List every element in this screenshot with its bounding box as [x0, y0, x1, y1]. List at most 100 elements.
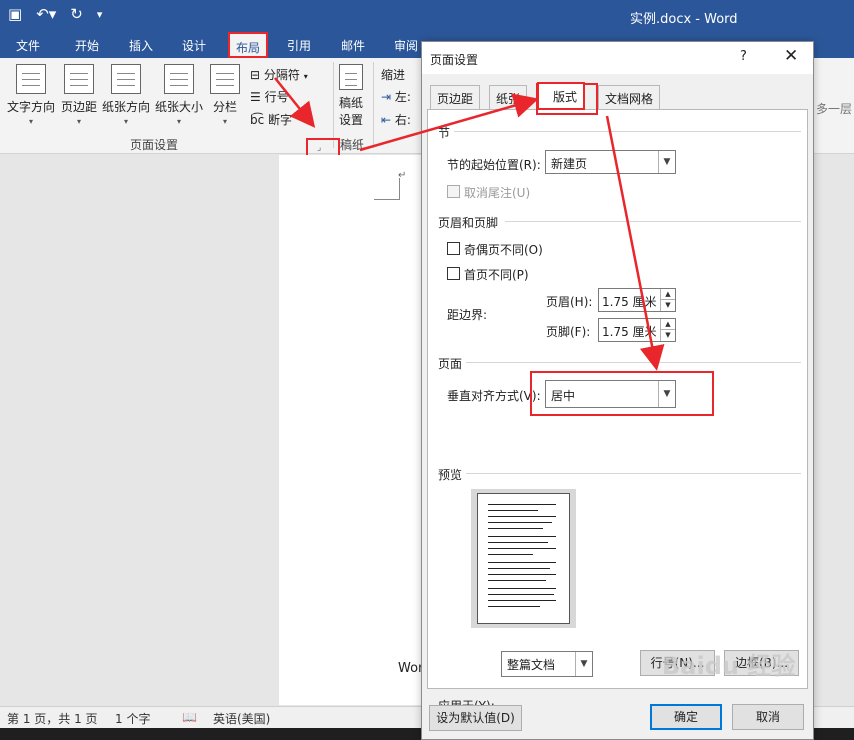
status-language[interactable]: 英语(美国): [213, 710, 270, 727]
apply-to-select[interactable]: 整篇文档 ▼: [501, 651, 593, 677]
text-direction-icon: [16, 64, 46, 94]
spin-up-icon[interactable]: ▲: [660, 319, 675, 330]
preview-line: [488, 528, 543, 529]
ribbon-separator: [373, 62, 374, 148]
headers-footers-header: 页眉和页脚: [438, 216, 499, 230]
spin-up-icon[interactable]: ▲: [660, 289, 675, 300]
status-words[interactable]: 1 个字: [115, 710, 150, 727]
preview-line: [488, 606, 540, 607]
chevron-down-icon: ▾: [303, 72, 308, 81]
footer-distance-input[interactable]: 1.75 厘米 ▲ ▼: [598, 318, 676, 342]
text-direction-label: 文字方向: [6, 100, 55, 114]
dialog-title-bar: 页面设置 ? ✕: [422, 42, 813, 74]
line-numbers-label: 行号: [264, 90, 289, 104]
window-title: 实例.docx - Word: [630, 12, 738, 27]
margin-corner-mark: [374, 178, 400, 200]
text-direction-button[interactable]: 文字方向 ▾: [6, 64, 56, 126]
first-page-checkbox[interactable]: [447, 267, 460, 280]
hyphenation-label: 断字: [268, 113, 293, 127]
size-button[interactable]: 纸张大小 ▾: [154, 64, 204, 126]
orientation-icon: [111, 64, 141, 94]
vertical-alignment-label: 垂直对齐方式(V):: [447, 389, 541, 403]
quick-access-toolbar: ▣ ↶▾ ↻ ▾: [8, 5, 102, 23]
indent-left-icon: ⇥: [381, 90, 392, 104]
tab-insert[interactable]: 插入: [129, 37, 153, 54]
dialog-tab-paper[interactable]: 纸张: [489, 85, 528, 109]
preview-line: [488, 504, 556, 505]
tab-mailings[interactable]: 邮件: [341, 37, 365, 54]
apply-to-value: 整篇文档: [507, 658, 556, 672]
columns-button[interactable]: 分栏 ▾: [210, 64, 240, 126]
paragraph-mark-icon: ↵: [398, 170, 407, 181]
section-start-label: 节的起始位置(R):: [447, 158, 541, 172]
tab-review[interactable]: 审阅: [394, 37, 418, 54]
section-header: 节: [438, 126, 451, 140]
header-distance-input[interactable]: 1.75 厘米 ▲ ▼: [598, 288, 676, 312]
indent-right-label: 右:: [394, 113, 411, 127]
tab-design[interactable]: 设计: [182, 37, 206, 54]
watermark: Baidu 经验: [662, 652, 796, 680]
preview-line: [488, 548, 556, 549]
preview-thumbnail: [471, 489, 576, 628]
spin-down-icon[interactable]: ▼: [660, 300, 675, 311]
margins-label: 页边距: [60, 100, 97, 114]
annotation-box-vertical-alignment: [530, 371, 714, 416]
chevron-down-icon: ▾: [176, 117, 181, 126]
section-start-select[interactable]: 新建页 ▼: [545, 150, 676, 174]
preview-line: [488, 580, 546, 581]
dialog-title: 页面设置: [430, 53, 479, 67]
tab-references[interactable]: 引用: [287, 37, 311, 54]
redo-icon[interactable]: ↻: [70, 5, 83, 23]
cancel-button[interactable]: 取消: [732, 704, 804, 730]
dialog-tab-document-grid[interactable]: 文档网格: [598, 85, 661, 109]
close-icon[interactable]: ✕: [784, 46, 798, 66]
ribbon-overflow-text: 多一层: [816, 102, 853, 116]
section-divider: [454, 131, 801, 132]
header-distance-label: 页眉(H):: [546, 295, 593, 309]
from-edge-label: 距边界:: [447, 308, 488, 322]
chevron-down-icon: ▾: [76, 117, 81, 126]
dialog-tab-margins[interactable]: 页边距: [430, 85, 481, 109]
ok-button[interactable]: 确定: [650, 704, 722, 730]
odd-even-checkbox[interactable]: [447, 242, 460, 255]
columns-icon: [210, 64, 240, 94]
indent-left[interactable]: ⇥ 左:: [381, 88, 411, 105]
manuscript-label-2: 设置: [338, 113, 363, 127]
undo-icon[interactable]: ↶▾: [36, 5, 56, 23]
orientation-button[interactable]: 纸张方向 ▾: [101, 64, 151, 126]
manuscript-label-1: 稿纸: [338, 96, 363, 110]
set-default-button[interactable]: 设为默认值(D): [429, 705, 522, 731]
preview-page: [477, 493, 570, 624]
footer-distance-label: 页脚(F):: [546, 325, 591, 339]
manuscript-settings-button[interactable]: 稿纸 设置: [337, 64, 365, 128]
breaks-label: 分隔符: [263, 68, 300, 82]
preview-line: [488, 574, 556, 575]
preview-header: 预览: [438, 468, 463, 482]
preview-line: [488, 516, 556, 517]
tab-file[interactable]: 文件: [16, 37, 40, 54]
margins-button[interactable]: 页边距 ▾: [59, 64, 99, 126]
breaks-button[interactable]: ⊟ 分隔符 ▾: [250, 66, 308, 83]
proofing-icon[interactable]: 📖: [182, 710, 197, 724]
save-icon[interactable]: ▣: [8, 5, 22, 23]
paper-size-icon: [164, 64, 194, 94]
line-numbers-button[interactable]: ☰ 行号: [250, 88, 289, 105]
customize-qat-icon[interactable]: ▾: [97, 8, 103, 21]
tab-home[interactable]: 开始: [75, 37, 99, 54]
chevron-down-icon: ▾: [28, 117, 33, 126]
document-text: Wor: [398, 661, 424, 676]
margins-icon: [64, 64, 94, 94]
tab-layout[interactable]: 布局: [228, 32, 269, 58]
indent-right[interactable]: ⇤ 右:: [381, 111, 411, 128]
hyphenation-button[interactable]: b͡c 断字: [250, 111, 292, 128]
suppress-endnotes-checkbox[interactable]: [447, 185, 460, 198]
page-divider: [466, 362, 801, 363]
spin-down-icon[interactable]: ▼: [660, 330, 675, 341]
status-page[interactable]: 第 1 页，共 1 页: [7, 710, 98, 727]
group-label-manuscript: 稿纸: [340, 138, 365, 152]
dialog-tab-layout[interactable]: 版式: [537, 82, 586, 110]
help-icon[interactable]: ?: [740, 49, 747, 64]
document-page[interactable]: [279, 155, 429, 705]
hyphenation-icon: b͡c: [250, 113, 265, 127]
headers-footers-divider: [505, 221, 801, 222]
